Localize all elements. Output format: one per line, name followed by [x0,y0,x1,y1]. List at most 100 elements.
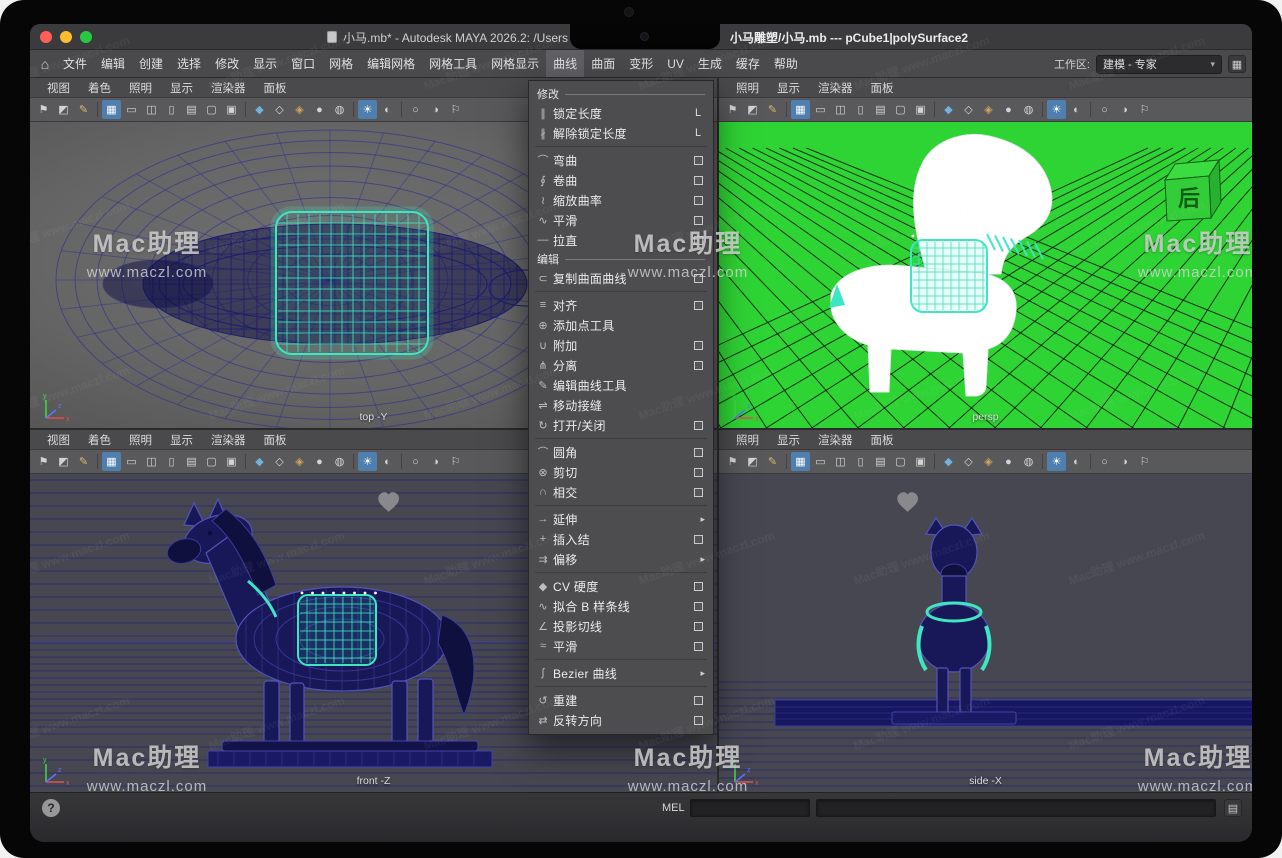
menu-变形[interactable]: 变形 [622,50,660,77]
gate-mask-icon[interactable]: ▯ [162,452,181,471]
grid-icon[interactable]: ▦ [102,100,121,119]
menu-编辑网格[interactable]: 编辑网格 [360,50,422,77]
safe-title-icon[interactable]: ▣ [222,100,241,119]
resolution-gate-icon[interactable]: ◫ [831,452,850,471]
shaded-mode-icon[interactable]: ◆ [250,452,269,471]
default-material-icon[interactable]: ● [310,100,329,119]
menu-编辑[interactable]: 编辑 [94,50,132,77]
menu-item-cv-hardness[interactable]: ◆CV 硬度 [529,576,713,596]
menu-帮助[interactable]: 帮助 [767,50,805,77]
camera-bookmark-icon[interactable]: ⚐ [446,452,465,471]
menu-item-curve-editing-tool[interactable]: ✎编辑曲线工具 [529,375,713,395]
menu-显示[interactable]: 显示 [246,50,284,77]
option-box[interactable] [694,421,703,430]
checker-material-icon[interactable]: ◍ [330,452,349,471]
checker-material-icon[interactable]: ◍ [1019,100,1038,119]
menu-item-reverse-direction[interactable]: ⇄反转方向 [529,710,713,730]
option-box[interactable] [694,716,703,725]
menu-item-curl[interactable]: ∮卷曲 [529,170,713,190]
option-box[interactable] [694,196,703,205]
panel-menu-面板[interactable]: 面板 [862,80,903,96]
safe-action-icon[interactable]: ▢ [202,100,221,119]
safe-action-icon[interactable]: ▢ [202,452,221,471]
gate-mask-icon[interactable]: ▯ [162,100,181,119]
option-box[interactable] [694,176,703,185]
option-box[interactable] [694,361,703,370]
resolution-gate-icon[interactable]: ◫ [142,452,161,471]
menu-item-lock-length[interactable]: ∥锁定长度L [529,103,713,123]
shadows-icon[interactable]: ◐ [378,100,397,119]
menu-item-move-seam[interactable]: ⇌移动接缝 [529,395,713,415]
menu-item-fit-b-spline[interactable]: ∿拟合 B 样条线 [529,596,713,616]
menu-item-add-points-tool[interactable]: ⊕添加点工具 [529,315,713,335]
layout-icon[interactable]: ▦ [1228,55,1246,73]
lighting-icon[interactable]: ☀ [1047,452,1066,471]
option-box[interactable] [694,448,703,457]
menu-网格[interactable]: 网格 [322,50,360,77]
option-box[interactable] [694,156,703,165]
option-box[interactable] [694,216,703,225]
option-box[interactable] [694,582,703,591]
menu-item-insert-knot[interactable]: +插入结 [529,529,713,549]
panel-menu-显示[interactable]: 显示 [161,80,202,96]
panel-menu-渲染器[interactable]: 渲染器 [202,80,255,96]
film-gate-icon[interactable]: ▭ [811,452,830,471]
option-box[interactable] [694,535,703,544]
film-gate-icon[interactable]: ▭ [122,100,141,119]
mel-toggle[interactable]: MEL [662,802,685,814]
resolution-gate-icon[interactable]: ◫ [831,100,850,119]
lighting-icon[interactable]: ☀ [1047,100,1066,119]
selection-mask-icon[interactable]: ◩ [54,100,73,119]
menu-网格工具[interactable]: 网格工具 [422,50,484,77]
wireframe-mode-icon[interactable]: ◇ [959,100,978,119]
menu-曲面[interactable]: 曲面 [584,50,622,77]
shaded-mode-icon[interactable]: ◆ [939,452,958,471]
menu-item-open-close[interactable]: ↻打开/关闭 [529,415,713,435]
isolate-select-icon[interactable]: ○ [1095,100,1114,119]
option-box[interactable] [694,642,703,651]
panel-menu-渲染器[interactable]: 渲染器 [809,80,862,96]
camera-bookmark-icon[interactable]: ⚐ [1135,452,1154,471]
panel-menu-面板[interactable]: 面板 [255,80,296,96]
gate-mask-icon[interactable]: ▯ [851,100,870,119]
select-highlight-icon[interactable]: ⚑ [34,100,53,119]
panel-menu-照明[interactable]: 照明 [727,80,768,96]
isolate-select-icon[interactable]: ○ [1095,452,1114,471]
panel-menu-渲染器[interactable]: 渲染器 [809,432,862,448]
default-material-icon[interactable]: ● [310,452,329,471]
panel-menu-显示[interactable]: 显示 [768,432,809,448]
xray-icon[interactable]: ◑ [426,100,445,119]
menu-item-bend[interactable]: ⌒弯曲 [529,150,713,170]
xray-icon[interactable]: ◑ [426,452,445,471]
menu-item-duplicate-surface-curves[interactable]: ⊂复制曲面曲线 [529,268,713,288]
textured-mode-icon[interactable]: ◈ [979,100,998,119]
menu-创建[interactable]: 创建 [132,50,170,77]
isolate-select-icon[interactable]: ○ [406,452,425,471]
grid-icon[interactable]: ▦ [791,452,810,471]
safe-action-icon[interactable]: ▢ [891,100,910,119]
checker-material-icon[interactable]: ◍ [330,100,349,119]
selection-mask-icon[interactable]: ◩ [54,452,73,471]
option-box[interactable] [694,622,703,631]
xray-icon[interactable]: ◑ [1115,452,1134,471]
mel-command-input[interactable] [690,799,810,817]
field-chart-icon[interactable]: ▤ [182,100,201,119]
safe-title-icon[interactable]: ▣ [911,452,930,471]
camera-bookmark-icon[interactable]: ⚐ [1135,100,1154,119]
close-button[interactable] [40,31,52,43]
panel-menu-显示[interactable]: 显示 [161,432,202,448]
menu-item-fillet[interactable]: ⌒圆角 [529,442,713,462]
option-box[interactable] [694,488,703,497]
option-box[interactable] [694,341,703,350]
home-icon[interactable]: ⌂ [34,56,56,72]
shaded-mode-icon[interactable]: ◆ [250,100,269,119]
default-material-icon[interactable]: ● [999,100,1018,119]
default-material-icon[interactable]: ● [999,452,1018,471]
menu-缓存[interactable]: 缓存 [729,50,767,77]
wireframe-mode-icon[interactable]: ◇ [270,452,289,471]
menu-item-extend[interactable]: →延伸▸ [529,509,713,529]
menu-item-smooth[interactable]: ∿平滑 [529,210,713,230]
panel-menu-着色[interactable]: 着色 [79,432,120,448]
isolate-select-icon[interactable]: ○ [406,100,425,119]
select-highlight-icon[interactable]: ⚑ [723,452,742,471]
